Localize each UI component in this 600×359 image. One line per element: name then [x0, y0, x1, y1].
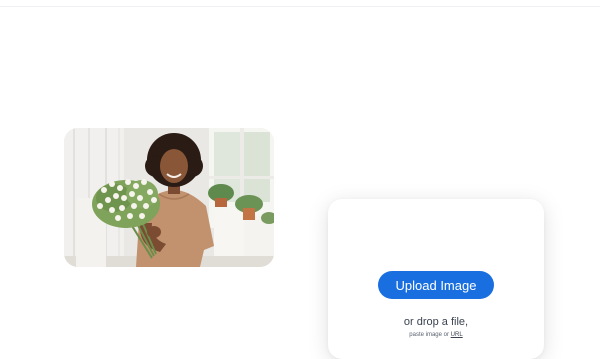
upload-image-button[interactable]: Upload Image	[378, 271, 494, 299]
sample-photo-illustration	[64, 128, 274, 267]
paste-hint-label: paste image or	[409, 332, 449, 338]
sample-photo[interactable]	[64, 128, 274, 267]
upload-dropzone[interactable]: Upload Image or drop a file, paste image…	[328, 199, 544, 359]
drop-file-text: or drop a file,	[403, 316, 469, 328]
url-link[interactable]: URL	[451, 332, 463, 338]
paste-hint: paste image or URL	[328, 332, 544, 338]
header-divider	[0, 6, 600, 7]
